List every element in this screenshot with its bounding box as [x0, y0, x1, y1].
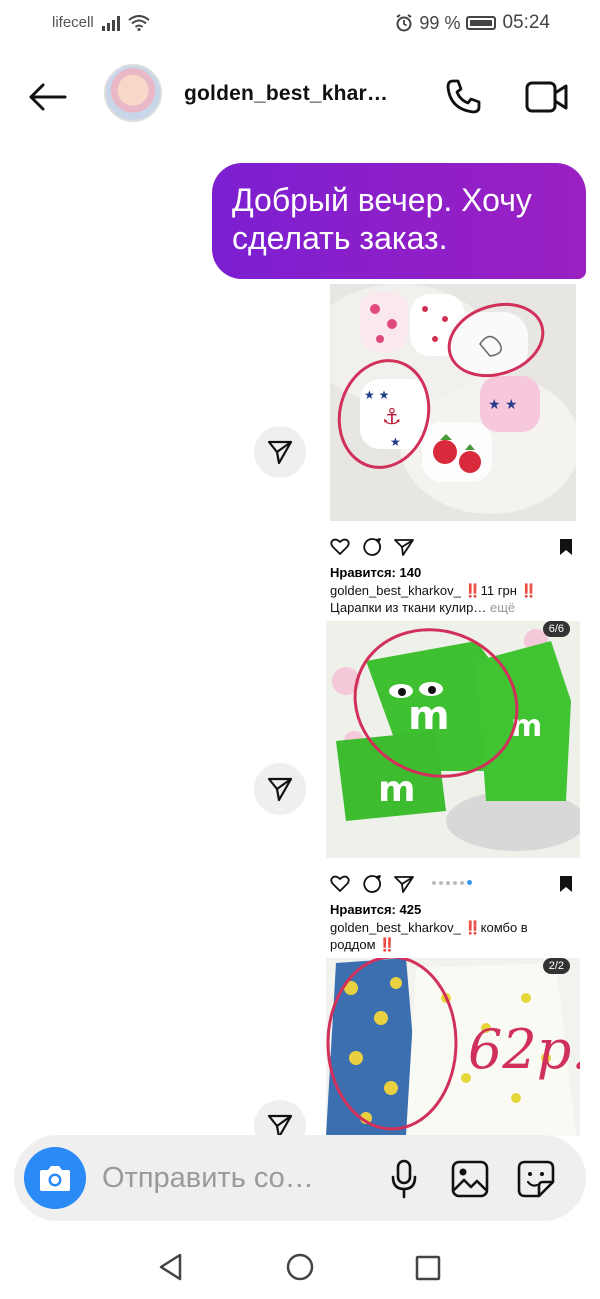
message-input[interactable]: [100, 1157, 364, 1199]
heart-icon[interactable]: [330, 875, 350, 893]
outgoing-message-bubble[interactable]: Добрый вечер. Хочу сделать заказ.: [212, 163, 586, 279]
sticker-button[interactable]: [514, 1157, 558, 1201]
video-call-button[interactable]: [522, 74, 572, 120]
more-link[interactable]: ещё: [490, 600, 515, 615]
nav-home-icon[interactable]: [285, 1252, 315, 1282]
likes-count: Нравится: 425: [330, 902, 422, 917]
post-photo-sleepsuits: 62р.: [326, 958, 580, 1136]
camera-icon: [40, 1166, 70, 1191]
microphone-icon: [391, 1159, 417, 1199]
post-username[interactable]: golden_best_kharkov_: [330, 583, 461, 598]
post-photo-mittens: ⚓ ★ ★ ★ ★ ★: [330, 284, 580, 521]
carousel-counter: 6/6: [542, 621, 570, 637]
svg-text:m: m: [378, 769, 416, 810]
message-text: Добрый вечер. Хочу сделать заказ.: [232, 182, 532, 256]
bookmark-icon[interactable]: [558, 538, 574, 556]
post-caption: golden_best_kharkov_ ‼️комбо в роддом ‼️: [330, 920, 528, 952]
gallery-button[interactable]: [448, 1157, 492, 1201]
signal-icon: [101, 15, 120, 31]
camera-button[interactable]: [24, 1147, 86, 1209]
likes-count: Нравится: 140: [330, 565, 422, 580]
system-navigation-bar: [0, 1232, 600, 1299]
carousel-counter: 2/2: [542, 958, 570, 974]
svg-text:★ ★: ★ ★: [364, 388, 389, 402]
send-icon: [267, 777, 293, 802]
chat-header: golden_best_khar…: [0, 56, 600, 136]
shared-post[interactable]: ⚓ ★ ★ ★ ★ ★ Нравится: 140 golden_best_kh…: [326, 284, 582, 624]
clock: 05:24: [502, 12, 550, 33]
message-composer: [14, 1135, 586, 1221]
price-overlay-text: 62р.: [468, 1018, 580, 1081]
share-post-button[interactable]: [254, 426, 306, 478]
svg-text:★ ★: ★ ★: [488, 397, 518, 413]
voice-message-button[interactable]: [382, 1157, 426, 1201]
post-photo-green-outfits: m m m: [326, 621, 580, 858]
shared-post[interactable]: 62р. 2/2: [326, 958, 582, 1138]
carousel-dots: [432, 880, 472, 885]
send-icon[interactable]: [394, 875, 414, 893]
post-caption: golden_best_kharkov_ ‼️11 грн ‼️ Царапки…: [330, 583, 537, 615]
voice-call-button[interactable]: [440, 74, 486, 120]
phone-icon: [446, 79, 481, 114]
svg-text:★: ★: [390, 435, 401, 449]
image-icon: [451, 1160, 489, 1198]
comment-icon[interactable]: [362, 874, 382, 894]
video-camera-icon: [525, 81, 568, 113]
back-button[interactable]: [24, 74, 70, 120]
send-icon[interactable]: [394, 538, 414, 556]
battery-percent: 99 %: [419, 12, 461, 33]
avatar[interactable]: [104, 64, 162, 122]
status-bar: lifecell 99 % 05:24: [0, 0, 600, 46]
carrier-name: lifecell: [52, 14, 94, 31]
post-username[interactable]: golden_best_kharkov_: [330, 920, 461, 935]
alarm-icon: [396, 14, 412, 32]
post-image[interactable]: ⚓ ★ ★ ★ ★ ★: [330, 284, 580, 521]
comment-icon[interactable]: [362, 537, 382, 557]
post-image[interactable]: 62р. 2/2: [326, 958, 580, 1136]
nav-recent-apps-icon[interactable]: [414, 1254, 442, 1282]
battery-icon: [466, 16, 497, 30]
arrow-left-icon: [29, 83, 67, 111]
send-icon: [267, 440, 293, 465]
svg-text:⚓: ⚓: [382, 405, 402, 430]
share-post-button[interactable]: [254, 763, 306, 815]
post-image[interactable]: m m m 6/6: [326, 621, 580, 858]
nav-back-icon[interactable]: [156, 1252, 186, 1282]
bookmark-icon[interactable]: [558, 875, 574, 893]
shared-post[interactable]: m m m 6/6 Нравится: 425 golden_best_khar…: [326, 621, 582, 961]
chat-title[interactable]: golden_best_khar…: [184, 82, 388, 106]
wifi-icon: [128, 14, 150, 31]
heart-icon[interactable]: [330, 538, 350, 556]
sticker-icon: [517, 1160, 555, 1198]
